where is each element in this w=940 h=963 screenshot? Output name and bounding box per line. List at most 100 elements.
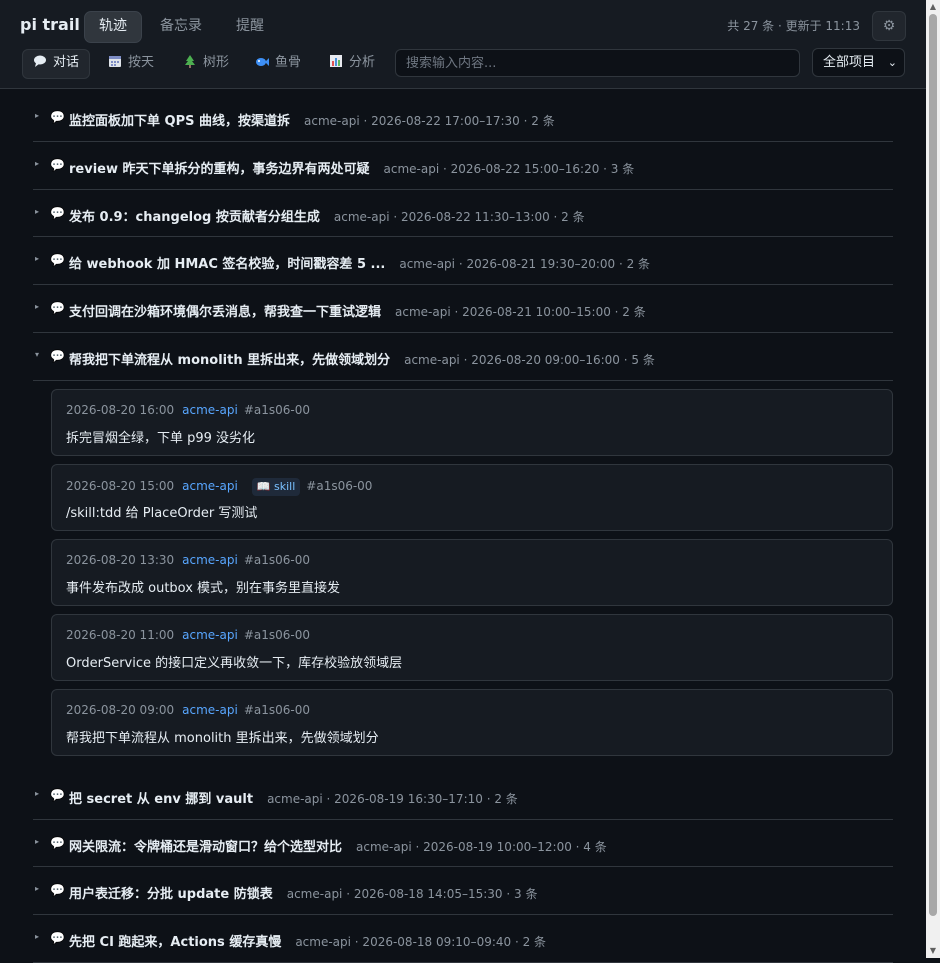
- session-meta: acme-api · 2026-08-19 16:30–17:10 · 2 条: [267, 791, 518, 806]
- view-tree-label: 树形: [203, 55, 230, 70]
- message-id: #a1s06-00: [243, 702, 310, 717]
- top-bar: pi trail 轨迹 备忘录 提醒 共 27 条 · 更新于 11:13 ⚙ …: [0, 0, 926, 89]
- caret-right-icon: ▸: [35, 111, 40, 120]
- message-time: 2026-08-20 15:00: [66, 478, 175, 493]
- session-title: review 昨天下单拆分的重构，事务边界有两处可疑 acme-api · 202…: [69, 161, 635, 177]
- scroll-down-icon[interactable]: ▼: [926, 945, 940, 957]
- scrollbar[interactable]: ▲ ▼: [926, 0, 940, 958]
- session-title: 帮我把下单流程从 monolith 里拆出来，先做领域划分 acme-api · …: [69, 352, 655, 368]
- message-time: 2026-08-20 16:00: [66, 402, 175, 417]
- session-row[interactable]: ▸ 💬 给 webhook 加 HMAC 签名校验，时间戳容差 5 ... acm…: [33, 237, 893, 286]
- speech-bubble-icon: [33, 52, 47, 67]
- session-row[interactable]: ▸ 💬 支付回调在沙箱环境偶尔丢消息，帮我查一下重试逻辑 acme-api · 2…: [33, 285, 893, 333]
- status-summary: 共 27 条 · 更新于 11:13: [727, 19, 860, 33]
- message-id: #a1s06-00: [243, 402, 310, 417]
- project-filter-value: 全部项目: [823, 55, 876, 70]
- session-title: 监控面板加下单 QPS 曲线，按渠道拆 acme-api · 2026-08-22…: [69, 114, 555, 129]
- message-project-link[interactable]: acme-api: [182, 703, 238, 717]
- session-title: 网关限流：令牌桶还是滑动窗口？给个选型对比 acme-api · 2026-08-…: [69, 839, 607, 855]
- message-header: 2026-08-20 16:00 acme-api #a1s06-00: [66, 403, 310, 417]
- message-project-link[interactable]: acme-api: [182, 628, 238, 642]
- bar-chart-icon: [329, 51, 343, 67]
- view-chat-button[interactable]: 对话: [22, 49, 91, 79]
- session-title: 给 webhook 加 HMAC 签名校验，时间戳容差 5 ... acme-ap…: [69, 257, 651, 273]
- tab-reminders[interactable]: 提醒: [222, 11, 278, 41]
- message-list: 2026-08-20 16:00 acme-api #a1s06-00 拆完冒烟全绿…: [33, 381, 893, 772]
- session-title: 用户表迁移：分批 update 防锁表 acme-api · 2026-08-18…: [69, 887, 538, 903]
- speech-bubble-icon: 💬: [50, 301, 65, 316]
- session-title: 先把 CI 跑起来，Actions 缓存真慢 acme-api · 2026-08…: [69, 935, 547, 951]
- message-id: #a1s06-00: [306, 478, 373, 493]
- message-id: #a1s06-00: [243, 627, 310, 642]
- session-meta: acme-api · 2026-08-22 11:30–13:00 · 2 条: [333, 209, 585, 224]
- view-fishbone-label: 鱼骨: [275, 55, 302, 70]
- speech-bubble-icon: 💬: [50, 931, 65, 946]
- speech-bubble-icon: 💬: [50, 253, 65, 268]
- message-time: 2026-08-20 09:00: [66, 702, 175, 717]
- session-meta: acme-api · 2026-08-19 10:00–12:00 · 4 条: [356, 839, 607, 854]
- session-row[interactable]: ▸ 💬 网关限流：令牌桶还是滑动窗口？给个选型对比 acme-api · 2026…: [33, 820, 893, 868]
- speech-bubble-icon: 💬: [50, 157, 65, 172]
- search-input[interactable]: [395, 49, 800, 77]
- view-tree-button[interactable]: 树形: [173, 49, 239, 77]
- caret-right-icon: ▸: [35, 836, 40, 846]
- session-title: 发布 0.9：changelog 按贡献者分组生成 acme-api · 2026…: [69, 209, 585, 225]
- session-row[interactable]: ▸ 💬 监控面板加下单 QPS 曲线，按渠道拆 acme-api · 2026-0…: [33, 94, 893, 142]
- message-header: 2026-08-20 11:00 acme-api #a1s06-00: [66, 628, 310, 642]
- message-id: #a1s06-00: [243, 552, 310, 567]
- view-fishbone-button[interactable]: 鱼骨: [245, 49, 311, 77]
- tab-memo[interactable]: 备忘录: [146, 11, 216, 41]
- session-row[interactable]: ▸ 💬 review 昨天下单拆分的重构，事务边界有两处可疑 acme-api ·…: [33, 142, 893, 190]
- message-time: 2026-08-20 13:30: [66, 552, 175, 567]
- session-meta: acme-api · 2026-08-18 09:10–09:40 · 2 条: [295, 935, 547, 950]
- session-row[interactable]: ▸ 💬 用户表迁移：分批 update 防锁表 acme-api · 2026-0…: [33, 867, 893, 916]
- speech-bubble-icon: 💬: [50, 348, 65, 363]
- settings-button[interactable]: ⚙: [872, 11, 906, 41]
- scroll-up-icon[interactable]: ▲: [926, 1, 940, 13]
- message-header: 2026-08-20 09:00 acme-api #a1s06-00: [66, 703, 310, 717]
- app-brand: pi trail: [20, 15, 80, 34]
- message-project-link[interactable]: acme-api: [182, 553, 238, 567]
- session-meta: acme-api · 2026-08-20 09:00–16:00 · 5 条: [404, 352, 655, 367]
- speech-bubble-icon: 💬: [50, 110, 65, 124]
- session-list: ▸ 💬 监控面板加下单 QPS 曲线，按渠道拆 acme-api · 2026-0…: [33, 94, 893, 963]
- session-meta: acme-api · 2026-08-21 10:00–15:00 · 2 条: [395, 305, 646, 320]
- session-meta: acme-api · 2026-08-21 19:30–20:00 · 2 条: [399, 257, 651, 272]
- chevron-down-icon: ⌄: [887, 56, 897, 69]
- message-text: OrderService 的接口定义再收敛一下，库存校验放领域层: [66, 655, 403, 671]
- message-card[interactable]: 2026-08-20 13:30 acme-api #a1s06-00 事件发布改成…: [51, 538, 893, 606]
- caret-right-icon: ▸: [35, 158, 40, 168]
- message-text: 事件发布改成 outbox 模式，别在事务里直接发: [66, 580, 341, 596]
- session-meta: acme-api · 2026-08-22 15:00–16:20 · 3 条: [383, 161, 635, 176]
- message-text: 帮我把下单流程从 monolith 里拆出来，先做领域划分: [66, 730, 379, 746]
- session-row[interactable]: ▸ 💬 把 secret 从 env 挪到 vault acme-api · 20…: [33, 772, 893, 820]
- message-project-link[interactable]: acme-api: [182, 403, 238, 417]
- session-meta: acme-api · 2026-08-22 17:00–17:30 · 2 条: [304, 114, 555, 128]
- scrollbar-thumb[interactable]: [929, 14, 937, 916]
- session-title: 把 secret 从 env 挪到 vault acme-api · 2026-0…: [69, 791, 518, 807]
- message-project-link[interactable]: acme-api: [182, 479, 238, 493]
- gear-icon: ⚙: [882, 18, 896, 34]
- session-row[interactable]: ▸ 💬 发布 0.9：changelog 按贡献者分组生成 acme-api · …: [33, 190, 893, 238]
- session-row-expanded[interactable]: ▾ 💬 帮我把下单流程从 monolith 里拆出来，先做领域划分 acme-ap…: [33, 333, 893, 381]
- caret-right-icon: ▸: [35, 788, 40, 798]
- message-card[interactable]: 2026-08-20 09:00 acme-api #a1s06-00 帮我把下单流…: [51, 688, 893, 756]
- caret-right-icon: ▸: [35, 254, 40, 264]
- view-chat-label: 对话: [53, 55, 80, 70]
- caret-right-icon: ▸: [35, 302, 40, 312]
- message-card[interactable]: 2026-08-20 16:00 acme-api #a1s06-00 拆完冒烟全绿…: [51, 388, 893, 456]
- speech-bubble-icon: 💬: [50, 205, 65, 220]
- message-card[interactable]: 2026-08-20 11:00 acme-api #a1s06-00 OrderS…: [51, 613, 893, 681]
- speech-bubble-icon: 💬: [50, 835, 65, 850]
- session-row[interactable]: ▸ 💬 先把 CI 跑起来，Actions 缓存真慢 acme-api · 202…: [33, 915, 893, 963]
- message-card[interactable]: 2026-08-20 15:00 acme-api 📖 skill #a1s06-00…: [51, 463, 893, 531]
- view-analysis-label: 分析: [349, 55, 376, 70]
- caret-down-icon: ▾: [35, 349, 40, 359]
- project-filter-select[interactable]: 全部项目 ⌄: [812, 48, 905, 77]
- view-analysis-button[interactable]: 分析: [319, 49, 385, 77]
- message-text: /skill:tdd 给 PlaceOrder 写测试: [66, 505, 258, 521]
- message-time: 2026-08-20 11:00: [66, 627, 175, 642]
- session-title: 支付回调在沙箱环境偶尔丢消息，帮我查一下重试逻辑 acme-api · 2026-…: [69, 305, 646, 321]
- tab-trail[interactable]: 轨迹: [84, 11, 142, 43]
- view-by-day-button[interactable]: 按天: [98, 49, 164, 77]
